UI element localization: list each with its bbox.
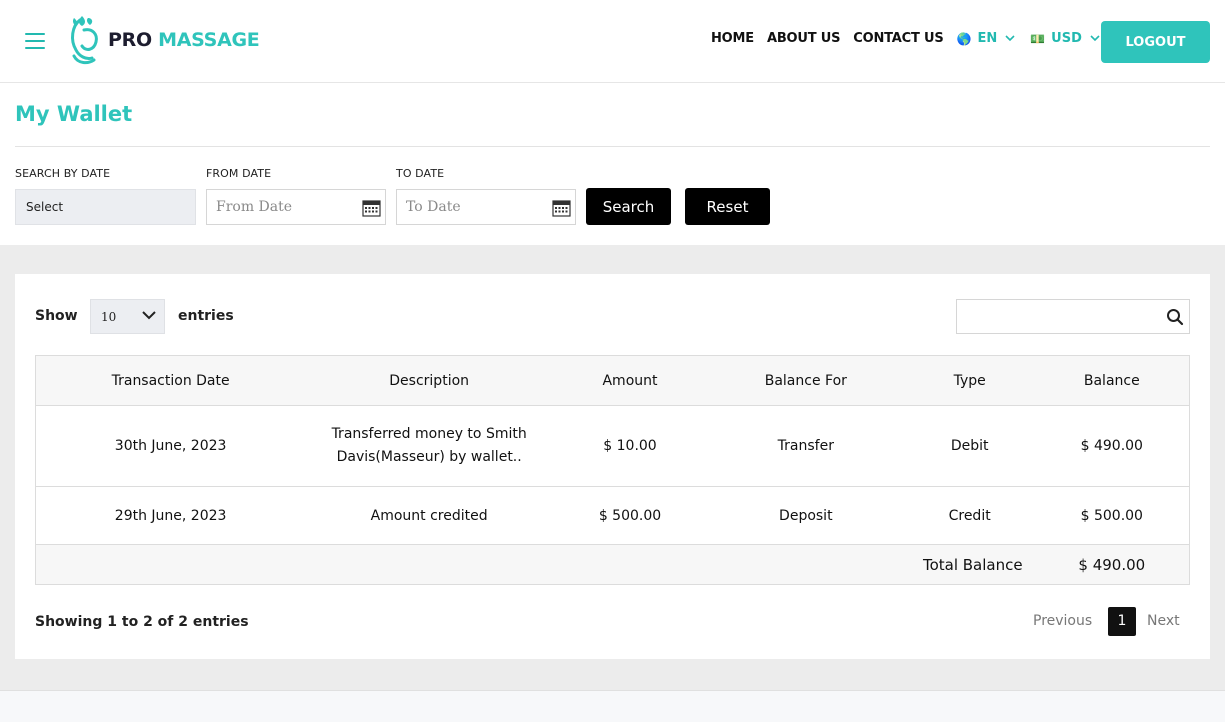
- transactions-table: Transaction Date Description Amount Bala…: [34, 355, 1190, 585]
- cell-balance: $ 500.00: [1034, 486, 1190, 545]
- search-by-date-select[interactable]: Select: [15, 189, 196, 225]
- chevron-down-icon: [142, 311, 156, 320]
- logo-pro-text: PRO: [108, 29, 152, 51]
- language-selector[interactable]: 🌎 EN: [957, 31, 1016, 46]
- entries-value: 10: [101, 310, 117, 324]
- cell-amount: $ 10.00: [553, 405, 707, 487]
- to-date-input[interactable]: To Date: [396, 189, 576, 225]
- search-icon[interactable]: [1166, 308, 1184, 326]
- from-date-placeholder: From Date: [216, 199, 293, 215]
- to-date-placeholder: To Date: [406, 199, 461, 215]
- chevron-down-icon: [1005, 35, 1015, 42]
- show-label: Show: [35, 308, 78, 324]
- column-header[interactable]: Transaction Date: [35, 355, 306, 406]
- nav-about-us[interactable]: ABOUT US: [767, 31, 840, 46]
- logout-button[interactable]: LOGOUT: [1101, 21, 1210, 63]
- cell-balance-for: Deposit: [706, 486, 905, 545]
- table-row: 30th June, 2023 Transferred money to Smi…: [35, 405, 1190, 487]
- globe-icon: 🌎: [956, 31, 972, 46]
- main-nav: HOME ABOUT US CONTACT US 🌎 EN 💵 USD: [711, 31, 1115, 46]
- total-balance-value: $ 490.00: [1034, 544, 1190, 585]
- entries-per-page-select[interactable]: 10: [90, 299, 165, 334]
- from-date-input[interactable]: From Date: [206, 189, 386, 225]
- page-title: My Wallet: [15, 102, 133, 126]
- reset-button[interactable]: Reset: [685, 188, 770, 225]
- pro-massage-logo[interactable]: PRO MASSAGE: [66, 14, 260, 66]
- cell-date: 29th June, 2023: [35, 486, 306, 545]
- entries-label: entries: [178, 308, 234, 324]
- calendar-icon[interactable]: [362, 198, 381, 217]
- leaf-figure-logo-icon: [71, 16, 98, 65]
- table-header-row: Transaction Date Description Amount Bala…: [35, 355, 1190, 406]
- cell-balance: $ 490.00: [1034, 405, 1190, 487]
- table-search-input[interactable]: [956, 299, 1190, 334]
- search-button[interactable]: Search: [586, 188, 671, 225]
- table-row: 29th June, 2023 Amount credited $ 500.00…: [35, 486, 1190, 545]
- cell-type: Credit: [904, 486, 1035, 545]
- cell-description: Amount credited: [305, 486, 554, 545]
- cell-balance-for: Transfer: [706, 405, 905, 487]
- cell-date: 30th June, 2023: [35, 405, 306, 487]
- cell-type: Debit: [904, 405, 1035, 487]
- currency-value: USD: [1051, 31, 1082, 46]
- nav-home[interactable]: HOME: [711, 31, 754, 46]
- footer-strip: [0, 690, 1225, 722]
- from-date-label: FROM DATE: [206, 167, 272, 180]
- pagination-page-1[interactable]: 1: [1108, 607, 1136, 636]
- to-date-label: TO DATE: [396, 167, 445, 180]
- cell-amount: $ 500.00: [553, 486, 707, 545]
- showing-entries-text: Showing 1 to 2 of 2 entries: [35, 614, 249, 630]
- total-row: Total Balance $ 490.00: [34, 544, 1190, 585]
- column-header[interactable]: Description: [305, 355, 554, 406]
- column-header[interactable]: Balance: [1034, 355, 1190, 406]
- divider: [15, 146, 1210, 147]
- logo-text: PRO MASSAGE: [108, 29, 260, 51]
- money-icon: 💵: [1030, 31, 1046, 46]
- currency-selector[interactable]: 💵 USD: [1030, 31, 1100, 46]
- logo-massage-text: MASSAGE: [158, 29, 260, 51]
- total-balance-label: Total Balance: [34, 544, 1035, 585]
- chevron-down-icon: [1090, 35, 1100, 42]
- menu-hamburger-icon[interactable]: [25, 33, 45, 49]
- column-header[interactable]: Balance For: [706, 355, 905, 406]
- column-header[interactable]: Amount: [553, 355, 707, 406]
- column-header[interactable]: Type: [904, 355, 1035, 406]
- site-header: PRO MASSAGE HOME ABOUT US CONTACT US 🌎 E…: [0, 0, 1225, 83]
- cell-description: Transferred money to Smith Davis(Masseur…: [305, 405, 554, 487]
- search-by-date-label: SEARCH BY DATE: [15, 167, 111, 180]
- calendar-icon[interactable]: [552, 198, 571, 217]
- pagination-previous[interactable]: Previous: [1033, 613, 1092, 642]
- language-value: EN: [977, 31, 998, 46]
- pagination-next[interactable]: Next: [1147, 613, 1180, 642]
- nav-contact-us[interactable]: CONTACT US: [853, 31, 943, 46]
